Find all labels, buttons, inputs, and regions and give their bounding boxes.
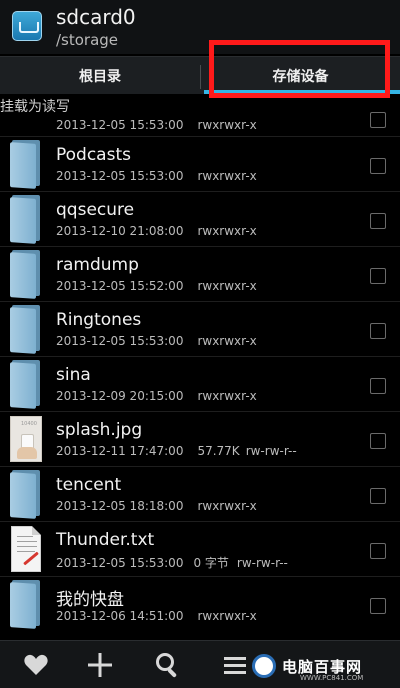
select-checkbox[interactable] [370,323,386,339]
file-permissions: rwxrwxr-x [197,499,257,513]
file-list: 2013-12-05 15:53:00 rwxrwxr-x Podcasts 20… [0,96,400,640]
file-date: 2013-12-10 21:08:00 [56,224,184,238]
select-checkbox[interactable] [370,543,386,559]
watermark-logo-icon [252,654,276,678]
file-date: 2013-12-05 15:53:00 [56,169,184,183]
file-permissions: rw-rw-r-- [245,444,297,458]
file-meta: 2013-12-06 14:51:00 rwxrwxr-x [56,609,271,623]
file-permissions: rwxrwxr-x [197,279,257,293]
folder-icon [10,580,40,629]
list-item[interactable]: ramdump 2013-12-05 15:52:00 rwxrwxr-x [0,246,400,301]
file-date: 2013-12-05 18:18:00 [56,499,184,513]
folder-icon [10,360,40,409]
mount-read-write-label[interactable]: 挂载为读写 [0,96,70,116]
file-name: ramdump [56,255,139,275]
list-item[interactable]: qqsecure 2013-12-10 21:08:00 rwxrwxr-x [0,191,400,246]
select-checkbox[interactable] [370,158,386,174]
file-meta: 2013-12-05 15:53:00 rwxrwxr-x [56,118,271,132]
folder-icon [10,250,40,299]
file-permissions: rwxrwxr-x [197,169,257,183]
select-checkbox[interactable] [370,488,386,504]
file-name: Ringtones [56,310,142,330]
file-name: tencent [56,475,122,495]
highlight-annotation-box [209,40,390,98]
file-date: 2013-12-06 14:51:00 [56,609,184,623]
file-date: 2013-12-05 15:53:00 [56,556,184,570]
file-date: 2013-12-05 15:52:00 [56,279,184,293]
tab-root-directory[interactable]: 根目录 [0,57,200,95]
select-checkbox[interactable] [370,268,386,284]
file-date: 2013-12-09 20:15:00 [56,389,184,403]
file-size: 0 字节 [193,556,229,570]
file-name: qqsecure [56,200,135,220]
file-name: sina [56,365,91,385]
file-meta: 2013-12-05 15:52:00 rwxrwxr-x [56,279,271,293]
file-permissions: rwxrwxr-x [197,609,257,623]
storage-folder-icon [12,11,42,41]
list-item[interactable]: sina 2013-12-09 20:15:00 rwxrwxr-x [0,356,400,411]
list-item[interactable]: Thunder.txt 2013-12-05 15:53:00 0 字节 rw-rw… [0,521,400,576]
file-name: Thunder.txt [56,530,155,550]
file-meta: 2013-12-05 18:18:00 rwxrwxr-x [56,499,271,513]
file-meta: 2013-12-09 20:15:00 rwxrwxr-x [56,389,271,403]
file-name: splash.jpg [56,420,143,440]
plus-icon[interactable] [70,641,130,688]
file-meta: 2013-12-05 15:53:00 rwxrwxr-x [56,169,271,183]
file-permissions: rwxrwxr-x [197,118,257,132]
file-permissions: rwxrwxr-x [197,334,257,348]
select-checkbox[interactable] [370,213,386,229]
list-item[interactable]: tencent 2013-12-05 18:18:00 rwxrwxr-x [0,466,400,521]
file-permissions: rw-rw-r-- [236,556,288,570]
file-size: 57.77K [197,444,240,458]
select-checkbox[interactable] [370,378,386,394]
file-meta: 2013-12-10 21:08:00 rwxrwxr-x [56,224,271,238]
folder-icon [10,305,40,354]
file-meta: 2013-12-05 15:53:00 0 字节 rw-rw-r-- [56,554,302,571]
file-date: 2013-12-05 15:53:00 [56,118,184,132]
select-checkbox[interactable] [370,433,386,449]
list-item[interactable]: Podcasts 2013-12-05 15:53:00 rwxrwxr-x [0,136,400,191]
select-checkbox[interactable] [370,112,386,128]
list-item[interactable]: Ringtones 2013-12-05 15:53:00 rwxrwxr-x [0,301,400,356]
list-item[interactable]: 10400 splash.jpg 2013-12-11 17:47:00 57.7… [0,411,400,466]
folder-icon [10,140,40,189]
file-permissions: rwxrwxr-x [197,224,257,238]
site-watermark: 电脑百事网 WWW.PC841.COM [252,648,397,684]
folder-icon [10,195,40,244]
image-file-icon: 10400 [10,416,42,462]
file-date: 2013-12-11 17:47:00 [56,444,184,458]
storage-title: sdcard0 [56,5,136,29]
search-icon[interactable] [138,641,198,688]
file-name: Podcasts [56,145,131,165]
file-name: 我的快盘 [56,590,124,610]
storage-path: /storage [56,31,119,49]
file-date: 2013-12-05 15:53:00 [56,334,184,348]
file-meta: 2013-12-05 15:53:00 rwxrwxr-x [56,334,271,348]
text-file-icon [11,526,41,572]
select-checkbox[interactable] [370,598,386,614]
folder-icon [10,470,40,519]
file-permissions: rwxrwxr-x [197,389,257,403]
heart-icon[interactable] [6,641,66,688]
watermark-url: WWW.PC841.COM [300,674,364,682]
list-item[interactable]: 我的快盘 2013-12-06 14:51:00 rwxrwxr-x [0,576,400,631]
file-meta: 2013-12-11 17:47:00 57.77K rw-rw-r-- [56,444,311,458]
